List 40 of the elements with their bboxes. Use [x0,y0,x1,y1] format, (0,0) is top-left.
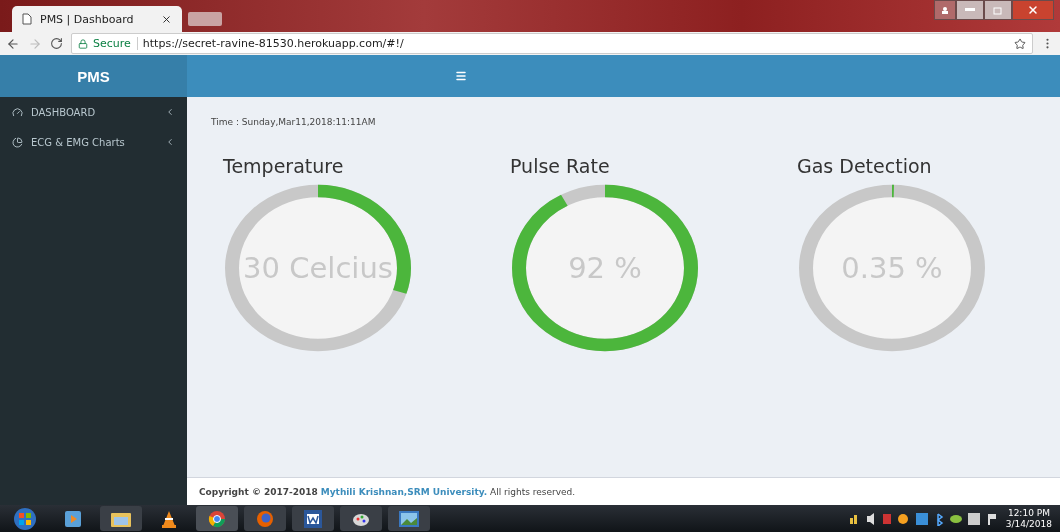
gauge-title: Temperature [223,155,345,177]
reload-icon[interactable] [50,37,63,50]
address-bar[interactable]: Secure https://secret-ravine-81530.herokuapp.com/#!/ [71,33,1033,54]
profile-button[interactable] [934,0,956,20]
restore-button[interactable] [984,0,1012,20]
app-logo: PMS [0,55,187,97]
image-viewer-icon[interactable] [388,506,430,531]
browser-tab[interactable]: PMS | Dashboard [12,6,182,32]
page-icon [22,13,32,25]
clock-time: 12:10 PM [1007,507,1050,519]
folder-icon[interactable] [100,506,142,531]
chevron-left-icon [165,107,175,117]
sidebar-item[interactable]: DASHBOARD [0,97,187,127]
menu-icon[interactable] [455,70,467,82]
paint-palette-icon[interactable] [340,506,382,531]
restore-icon [993,5,1003,15]
close-icon[interactable] [161,13,172,25]
url-text: https://secret-ravine-81530.herokuapp.com/#!/ [142,37,405,50]
author-link[interactable]: Mythili Krishnan,SRM University. [320,486,488,497]
chevron-left-icon [165,137,175,147]
close-icon [1027,4,1039,16]
clock-date: 3/14/2018 [1005,518,1052,530]
secure-label: Secure [93,37,138,50]
copyright-text: Copyright © 2017-2018 Mythili Krishnan,SRM University. All rights reserved. [199,486,576,497]
minimize-button[interactable] [956,0,984,20]
gauge-title: Pulse Rate [510,155,611,177]
minimize-icon [965,8,975,12]
back-icon[interactable] [6,36,20,51]
bookmark-star-icon[interactable] [1014,37,1026,50]
browser-icon[interactable] [196,506,238,531]
gauge-title: Gas Detection [797,155,933,177]
fox-browser-icon[interactable] [244,506,286,531]
lock-icon [78,38,88,49]
close-button[interactable] [1012,0,1054,20]
person-icon [941,6,949,14]
dashboard-icon [12,106,23,118]
pie-chart-icon [12,136,23,148]
word-document-icon[interactable] [292,506,334,531]
sidebar-item[interactable]: ECG & EMG Charts [0,127,187,157]
time-text: Time : Sunday,Mar11,2018:11:11AM [211,117,377,127]
